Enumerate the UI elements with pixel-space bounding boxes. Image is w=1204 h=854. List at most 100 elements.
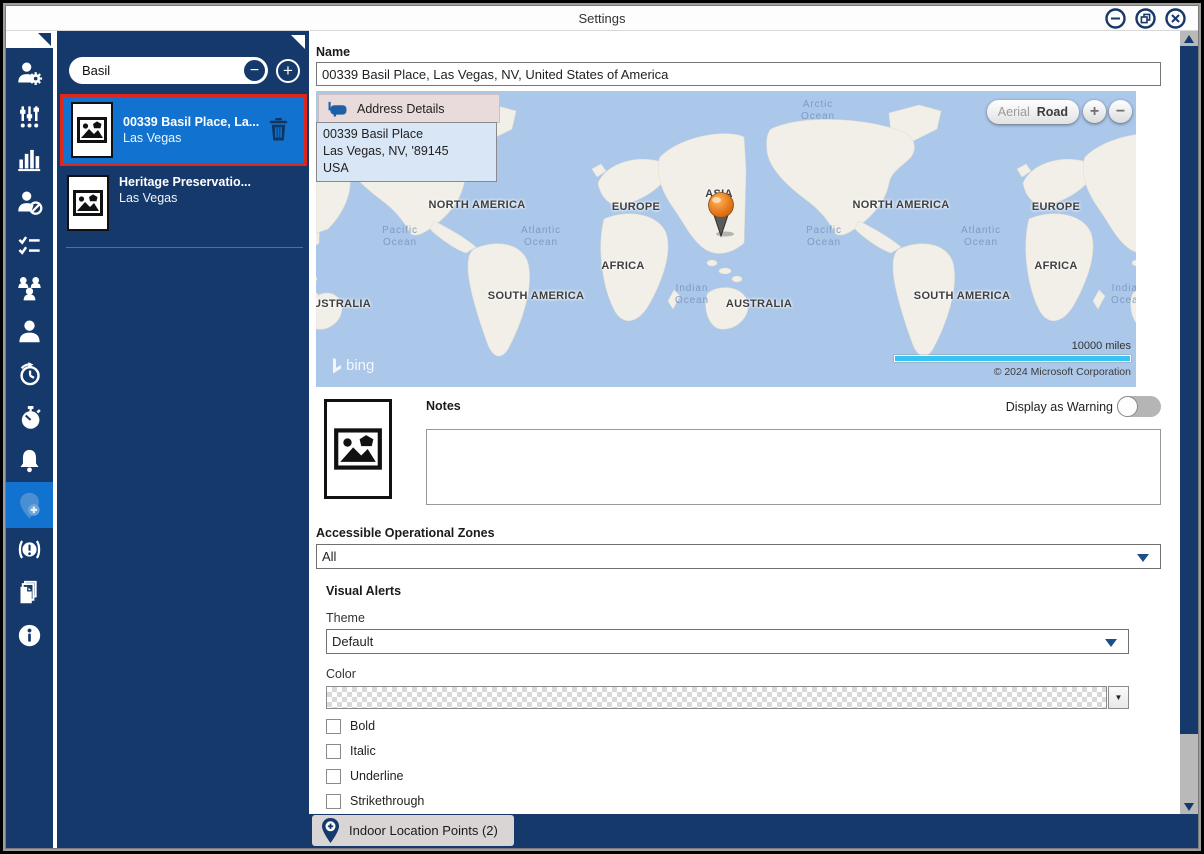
sidebar-item-checklist[interactable] <box>6 224 53 267</box>
documents-icon <box>16 579 43 606</box>
settings-window: Settings <box>0 0 1204 854</box>
trash-icon <box>267 116 290 143</box>
map-view-switch: Aerial Road <box>987 100 1079 124</box>
display-as-warning-label: Display as Warning <box>1006 400 1113 414</box>
underline-checkbox[interactable] <box>326 769 341 784</box>
minimize-button[interactable] <box>1105 8 1126 29</box>
zones-dropdown[interactable]: All <box>316 544 1161 569</box>
sidebar-icon-column <box>6 48 53 848</box>
delete-location-button[interactable] <box>267 112 296 148</box>
app-frame: Settings <box>5 5 1199 849</box>
map-zoom-out-button[interactable]: − <box>1109 100 1132 123</box>
window-body: − + 00339 Basil Place, La... Las Vegas <box>6 31 1198 848</box>
visual-alerts-label: Visual Alerts <box>326 584 1129 598</box>
strikethrough-label: Strikethrough <box>350 794 424 808</box>
history-clock-icon <box>16 361 43 388</box>
sidebar-item-controls[interactable] <box>6 95 53 138</box>
bell-icon <box>16 447 43 474</box>
sidebar-fold-corner <box>38 33 51 46</box>
color-dropdown[interactable]: ▼ <box>326 686 1129 709</box>
sidebar-item-user-restrictions[interactable] <box>6 181 53 224</box>
italic-checkbox[interactable] <box>326 744 341 759</box>
info-icon <box>16 622 43 649</box>
color-swatch-transparent[interactable] <box>326 686 1107 709</box>
bing-logo-text: bing <box>346 357 374 374</box>
aerial-view-button[interactable]: Aerial <box>998 105 1030 119</box>
sidebar-item-warnings[interactable] <box>6 528 53 571</box>
address-box: 00339 Basil Place Las Vegas, NV, '89145 … <box>316 122 497 182</box>
sidebar-item-user-settings[interactable] <box>6 52 53 95</box>
list-item-title: Heritage Preservatio... <box>119 175 251 189</box>
strikethrough-checkbox[interactable] <box>326 794 341 809</box>
clear-search-button[interactable]: − <box>244 60 265 81</box>
list-item-subtitle: Las Vegas <box>123 131 259 145</box>
theme-value: Default <box>332 634 373 649</box>
list-panel-fold-corner <box>291 35 305 49</box>
list-item[interactable]: 00339 Basil Place, La... Las Vegas <box>60 94 307 166</box>
location-image-placeholder[interactable] <box>324 399 392 499</box>
name-label: Name <box>316 45 1161 59</box>
color-dropdown-button[interactable]: ▼ <box>1108 686 1129 709</box>
sidebar-item-teams[interactable] <box>6 267 53 310</box>
settings-content: Name <box>309 31 1180 814</box>
bold-checkbox-row: Bold <box>326 718 1129 734</box>
name-input[interactable] <box>316 62 1161 86</box>
location-thumbnail <box>71 102 113 158</box>
image-placeholder-icon <box>77 117 107 143</box>
bar-chart-icon <box>16 146 43 173</box>
scrollbar-thumb[interactable] <box>1180 46 1198 734</box>
locations-list-panel: − + 00339 Basil Place, La... Las Vegas <box>57 31 309 848</box>
map-zoom-in-button[interactable]: + <box>1083 100 1106 123</box>
add-location-button[interactable]: + <box>276 59 300 83</box>
user-blocked-icon <box>16 189 43 216</box>
title-bar: Settings <box>6 6 1198 31</box>
close-button[interactable] <box>1165 8 1186 29</box>
search-row: − + <box>69 57 300 84</box>
display-as-warning-toggle[interactable] <box>1117 396 1161 417</box>
search-input[interactable] <box>82 63 244 78</box>
image-placeholder-icon <box>332 428 384 470</box>
address-line: Las Vegas, NV, '89145 <box>323 143 490 160</box>
visual-alerts-section: Visual Alerts Theme Default Color ▼ <box>326 584 1129 814</box>
arrow-up-icon <box>1184 35 1194 43</box>
indoor-location-points-tab[interactable]: Indoor Location Points (2) <box>312 815 514 846</box>
search-box: − <box>69 57 268 84</box>
location-thumbnail <box>67 175 109 231</box>
sidebar-item-alerts[interactable] <box>6 439 53 482</box>
chevron-down-icon <box>1105 639 1117 647</box>
display-as-warning-row: Display as Warning <box>1006 396 1161 417</box>
address-details-button[interactable]: Address Details <box>319 95 499 122</box>
location-pin-plus-icon <box>321 817 340 844</box>
vertical-scrollbar[interactable] <box>1180 31 1198 814</box>
italic-label: Italic <box>350 744 376 758</box>
window-controls <box>1105 8 1198 29</box>
scroll-up-button[interactable] <box>1180 31 1198 46</box>
sidebar-item-documents[interactable] <box>6 571 53 614</box>
sidebar-item-locations[interactable] <box>6 482 53 528</box>
bold-checkbox[interactable] <box>326 719 341 734</box>
indoor-location-points-label: Indoor Location Points (2) <box>349 823 498 838</box>
arrow-down-icon <box>1184 803 1194 811</box>
sidebar-item-info[interactable] <box>6 614 53 657</box>
bold-label: Bold <box>350 719 375 733</box>
italic-checkbox-row: Italic <box>326 743 1129 759</box>
stopwatch-icon <box>16 404 43 431</box>
sidebar-item-schedule[interactable] <box>6 353 53 396</box>
address-details-label: Address Details <box>357 102 445 116</box>
map[interactable]: Arctic OceanNORTH AMERICAEUROPEASIAAFRIC… <box>316 91 1136 387</box>
scale-text: 10000 miles <box>894 340 1131 352</box>
road-view-button[interactable]: Road <box>1037 105 1068 119</box>
sidebar-item-statistics[interactable] <box>6 138 53 181</box>
maximize-button[interactable] <box>1135 8 1156 29</box>
main-column: Name <box>309 31 1198 848</box>
map-scale: 10000 miles © 2024 Microsoft Corporation <box>894 340 1131 378</box>
window-title: Settings <box>6 11 1198 26</box>
sidebar-item-user[interactable] <box>6 310 53 353</box>
sidebar <box>6 31 53 848</box>
notes-textarea[interactable] <box>426 429 1161 505</box>
bing-logo: bing <box>331 357 374 374</box>
scrollbar-track[interactable] <box>1180 734 1198 814</box>
list-item[interactable]: Heritage Preservatio... Las Vegas <box>59 169 307 237</box>
theme-dropdown[interactable]: Default <box>326 629 1129 654</box>
sidebar-item-timer[interactable] <box>6 396 53 439</box>
